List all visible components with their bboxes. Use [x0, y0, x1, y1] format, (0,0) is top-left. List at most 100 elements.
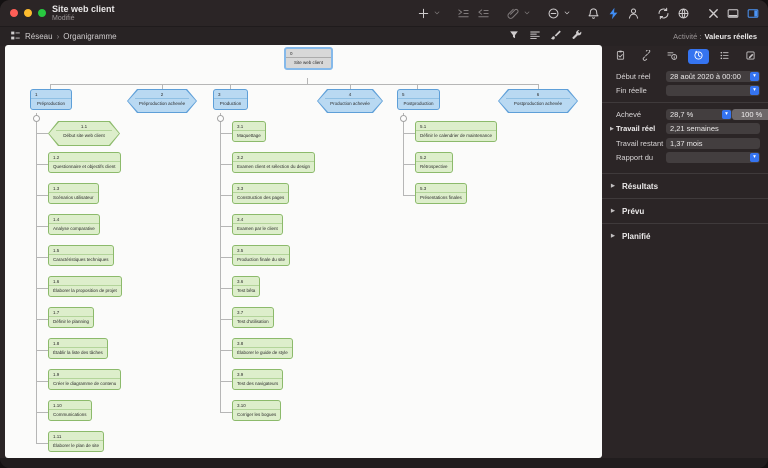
task-node[interactable]: 5.3 Présentations finales	[415, 183, 467, 204]
group-node[interactable]: 5 Postproduction	[397, 89, 440, 110]
chevron-down-icon[interactable]	[432, 4, 442, 22]
group-node[interactable]: 1 Préproduction	[30, 89, 72, 110]
task-node[interactable]: 1.9 Créer le diagramme de contenu	[48, 369, 122, 390]
tab-columns[interactable]	[714, 49, 735, 64]
dropdown-button[interactable]: ▾	[722, 109, 731, 119]
org-chart-canvas[interactable]: 0 Site web client 1 Préproduction 2 Prép…	[5, 45, 602, 458]
actual-work-field[interactable]: 2,21 semaines	[666, 123, 760, 135]
dropdown-button[interactable]: ▾	[750, 86, 759, 96]
section-label: Planifié	[622, 231, 651, 241]
bell-icon[interactable]	[584, 4, 602, 22]
disclosure-triangle[interactable]: ▶	[611, 208, 617, 214]
task-node[interactable]: 3.4 Examen par le client	[232, 214, 283, 235]
task-node[interactable]: 5.1 Définir le calendrier de maintenance	[415, 121, 498, 142]
collapse-toggle[interactable]	[33, 115, 40, 122]
actual-start-field[interactable]: 28 août 2020 à 00:00 ▾	[666, 70, 760, 82]
milestone-node[interactable]: 1.1 Début site web client	[48, 121, 120, 146]
milestone-node[interactable]: 4 Production achevée	[317, 89, 383, 113]
chevron-down-icon[interactable]	[522, 4, 532, 22]
tab-edit[interactable]	[740, 49, 761, 64]
group-node[interactable]: 3 Production	[213, 89, 248, 110]
task-node[interactable]: 1.6 Élaborer la proposition de projet	[48, 276, 122, 297]
minimize-window-button[interactable]	[24, 9, 32, 17]
connector	[220, 381, 232, 382]
complete-100-button[interactable]: 100 %	[732, 108, 768, 120]
status-date-field[interactable]: ▾	[666, 152, 760, 164]
remove-circle-icon[interactable]	[544, 4, 562, 22]
connector	[36, 113, 37, 443]
milestone-node[interactable]: 2 Préproduction achevée	[127, 89, 197, 113]
connector	[36, 164, 48, 165]
node-number: 1.4	[49, 215, 99, 224]
activity-indicator: Activité : Valeurs réelles	[673, 27, 757, 46]
field-value: 2,21 semaines	[670, 124, 719, 134]
task-node[interactable]: 3.5 Production finale du site	[232, 245, 291, 266]
task-node[interactable]: 1.11 Élaborer le plan de site	[48, 431, 105, 452]
task-node[interactable]: 3.6 Test bêta	[232, 276, 261, 297]
zoom-window-button[interactable]	[38, 9, 46, 17]
collapse-toggle[interactable]	[217, 115, 224, 122]
task-node[interactable]: 5.2 Rétrospective	[415, 152, 453, 173]
node-label: Préproduction	[36, 101, 66, 106]
task-node[interactable]: 1.2 Questionnaire et objectifs client	[48, 152, 121, 173]
node-number: 0	[286, 49, 331, 58]
person-icon[interactable]	[624, 4, 642, 22]
task-node[interactable]: 1.8 Établir la liste des tâches	[48, 338, 108, 359]
tab-general[interactable]	[610, 49, 631, 64]
task-node[interactable]: 3.3 Construction des pages	[232, 183, 290, 204]
disclosure-triangle[interactable]: ▶	[611, 233, 617, 239]
breadcrumb-page[interactable]: Organigramme	[63, 32, 116, 41]
actual-end-field[interactable]: ▾	[666, 85, 760, 97]
panel-right-icon[interactable]	[744, 4, 762, 22]
bolt-icon[interactable]	[604, 4, 622, 22]
panel-bottom-icon[interactable]	[724, 4, 742, 22]
indent-icon[interactable]	[454, 4, 472, 22]
tools-icon[interactable]	[704, 4, 722, 22]
brush-icon[interactable]	[550, 28, 562, 46]
section-planned[interactable]: ▶ Prévu	[602, 203, 768, 219]
tab-actual-values[interactable]	[687, 49, 709, 64]
divider	[602, 102, 768, 103]
task-node[interactable]: 3.1 Maquettage	[232, 121, 266, 142]
task-node[interactable]: 1.4 Analyse comparative	[48, 214, 100, 235]
connector	[36, 257, 48, 258]
task-node[interactable]: 1.3 Scénarios utilisateur	[48, 183, 99, 204]
outdent-icon[interactable]	[474, 4, 492, 22]
wrench-icon[interactable]	[571, 28, 583, 46]
style-lines-icon[interactable]	[529, 28, 541, 46]
disclosure-triangle[interactable]: ▶	[611, 183, 617, 189]
task-node[interactable]: 1.10 Communications	[48, 400, 92, 421]
close-window-button[interactable]	[10, 9, 18, 17]
task-node[interactable]: 1.7 Définir le planning	[48, 307, 95, 328]
node-number: 6	[506, 89, 570, 99]
remaining-work-field[interactable]: 1,37 mois	[666, 137, 760, 149]
globe-icon[interactable]	[674, 4, 692, 22]
node-number: 3.8	[233, 339, 292, 348]
task-node[interactable]: 3.2 Examen client et sélection du design	[232, 152, 316, 173]
breadcrumb-view[interactable]: Réseau	[25, 32, 53, 41]
section-results[interactable]: ▶ Résultats	[602, 178, 768, 194]
task-node[interactable]: 3.10 Corriger les bogues	[232, 400, 282, 421]
tab-links[interactable]	[636, 48, 657, 64]
task-node[interactable]: 3.9 Test des navigateurs	[232, 369, 284, 390]
sync-icon[interactable]	[654, 4, 672, 22]
project-root-node[interactable]: 0 Site web client	[284, 47, 333, 70]
task-node[interactable]: 3.7 Test d'utilisation	[232, 307, 274, 328]
attach-icon[interactable]	[504, 4, 522, 22]
node-label: Analyse comparative	[53, 226, 95, 231]
field-label: Achevé	[616, 109, 642, 119]
filter-icon[interactable]	[508, 28, 520, 46]
add-icon[interactable]	[414, 4, 432, 22]
section-scheduled[interactable]: ▶ Planifié	[602, 228, 768, 244]
chevron-down-icon[interactable]	[562, 4, 572, 22]
node-number: 5.1	[416, 122, 497, 131]
dropdown-button[interactable]: ▾	[750, 71, 759, 81]
task-node[interactable]: 3.8 Élaborer le guide de style	[232, 338, 293, 359]
completed-field[interactable]: 28,7 % ▾	[666, 108, 732, 120]
dropdown-button[interactable]: ▾	[750, 153, 759, 163]
tab-information[interactable]	[662, 49, 683, 64]
collapse-toggle[interactable]	[400, 115, 407, 122]
milestone-node[interactable]: 6 Postproduction achevée	[498, 89, 578, 113]
node-number: 1.5	[49, 246, 113, 255]
task-node[interactable]: 1.5 Caractéristiques techniques	[48, 245, 114, 266]
